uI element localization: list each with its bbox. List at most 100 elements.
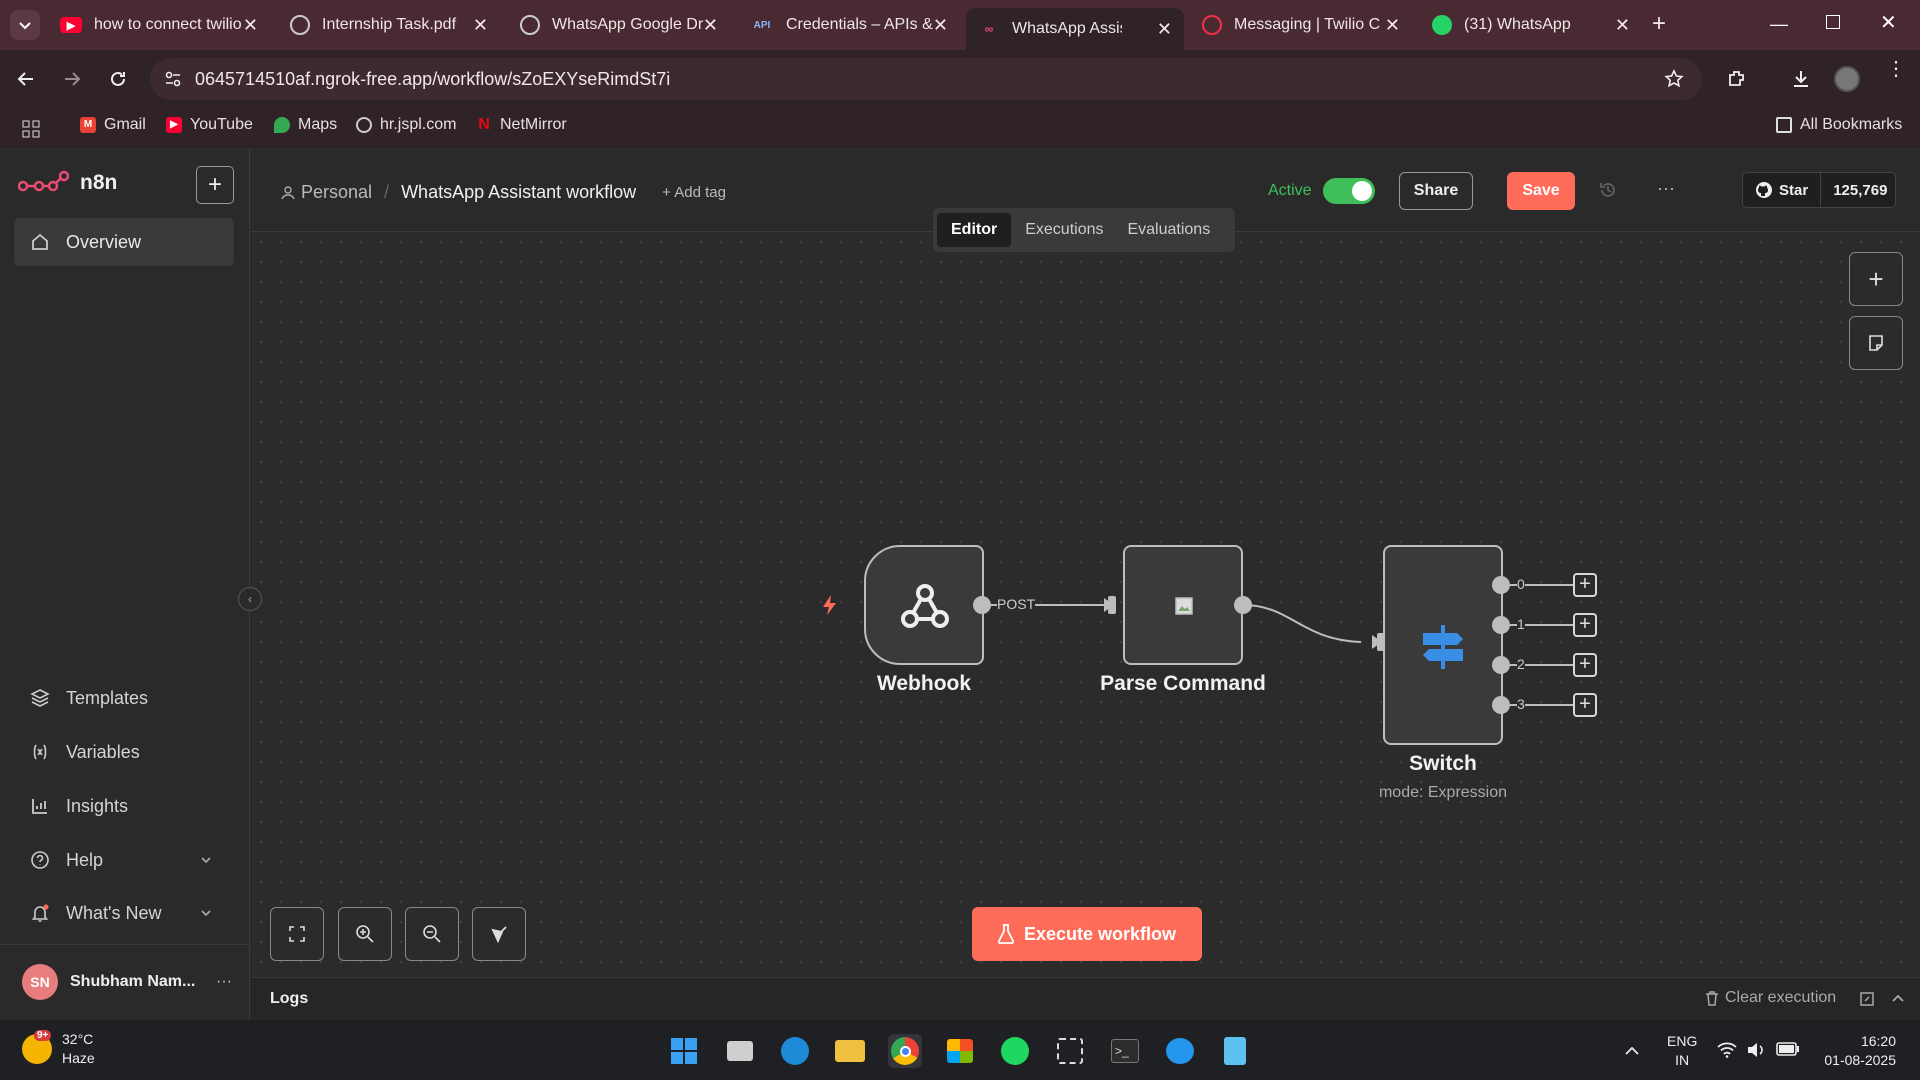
battery-icon[interactable] [1776,1042,1800,1056]
close-window-button[interactable]: ✕ [1880,10,1897,35]
zoom-out-button[interactable] [405,907,459,961]
back-arrow-icon[interactable] [16,69,36,89]
tab-title: Credentials – APIs & [786,16,933,33]
bookmark-hr-jspl[interactable]: hr.jspl.com [356,116,456,134]
taskbar-spotify[interactable] [998,1034,1032,1068]
input-handle[interactable] [1108,596,1116,614]
history-icon[interactable] [1599,181,1617,199]
extensions-icon[interactable] [1726,68,1748,90]
workflow-canvas[interactable]: Editor Executions Evaluations + POST Web… [251,208,1920,977]
fit-view-button[interactable] [270,907,324,961]
bookmark-maps[interactable]: Maps [274,116,337,134]
zoom-in-button[interactable] [338,907,392,961]
close-icon[interactable]: ✕ [703,15,718,36]
bookmark-youtube[interactable]: ▶ YouTube [166,116,253,134]
new-tab-button[interactable]: + [1652,10,1666,38]
save-button[interactable]: Save [1507,172,1575,210]
browser-tab[interactable]: API Credentials – APIs & ✕ [738,8,960,42]
taskbar-file-explorer[interactable] [833,1034,867,1068]
close-icon[interactable]: ✕ [1157,19,1172,40]
create-button[interactable]: + [196,166,234,204]
switch-output-handle[interactable] [1492,656,1510,674]
add-output-node-button[interactable]: + [1573,573,1597,597]
chevron-up-icon[interactable] [1891,992,1905,1006]
sidebar-item-whats-new[interactable]: What's New [14,889,234,937]
taskbar-chrome[interactable] [888,1034,922,1068]
close-icon[interactable]: ✕ [243,15,258,36]
sidebar-item-insights[interactable]: Insights [14,782,234,830]
close-icon[interactable]: ✕ [933,15,948,36]
restore-button[interactable] [1826,15,1840,29]
profile-avatar[interactable] [1834,66,1860,92]
taskbar-edge[interactable] [778,1034,812,1068]
add-output-node-button[interactable]: + [1573,613,1597,637]
user-menu[interactable]: SN Shubham Nam... ··· [22,964,232,1000]
switch-output-handle[interactable] [1492,696,1510,714]
all-bookmarks[interactable]: All Bookmarks [1776,116,1902,134]
active-toggle[interactable] [1323,178,1375,204]
taskbar-terminal[interactable]: >_ [1108,1034,1142,1068]
star-bookmark-icon[interactable] [1664,69,1684,89]
taskbar-notepad[interactable] [1218,1034,1252,1068]
gmail-icon: M [80,117,96,133]
tab-search-button[interactable] [10,10,40,40]
share-button[interactable]: Share [1399,172,1473,210]
output-handle[interactable] [973,596,991,614]
sidebar-item-overview[interactable]: Overview [14,218,234,266]
execute-workflow-button[interactable]: Execute workflow [972,907,1202,961]
taskbar-docker[interactable] [1163,1034,1197,1068]
add-output-node-button[interactable]: + [1573,653,1597,677]
more-menu-icon[interactable]: ··· [1657,178,1675,199]
switch-output-handle[interactable] [1492,576,1510,594]
bookmark-netmirror[interactable]: N NetMirror [476,116,566,134]
forward-arrow-icon[interactable] [62,69,82,89]
browser-tab[interactable]: ▶ how to connect twilio ✕ [48,8,270,42]
download-icon[interactable] [1790,68,1812,90]
browser-tab-active[interactable]: ∞ WhatsApp Assist ✕ [966,8,1184,50]
github-star-button[interactable]: Star 125,769 [1742,172,1896,208]
site-info-icon[interactable] [164,70,182,88]
sidebar-item-variables[interactable]: Variables [14,728,234,776]
browser-tab[interactable]: WhatsApp Google Dr ✕ [508,8,730,42]
switch-output-handle[interactable] [1492,616,1510,634]
chevron-up-icon[interactable] [1624,1044,1640,1058]
browser-tab[interactable]: Internship Task.pdf ✕ [278,8,500,42]
tidy-up-button[interactable] [472,907,526,961]
bookmark-gmail[interactable]: M Gmail [80,116,146,134]
browser-tab[interactable]: (31) WhatsApp ✕ [1420,8,1642,42]
browser-tab[interactable]: Messaging | Twilio C ✕ [1190,8,1412,42]
reload-icon[interactable] [108,69,128,89]
clock[interactable]: 16:20 01-08-2025 [1818,1032,1896,1070]
breadcrumb-project[interactable]: Personal [301,182,372,203]
close-icon[interactable]: ✕ [1385,15,1400,36]
workflow-name[interactable]: WhatsApp Assistant workflow [401,182,636,203]
taskbar-store[interactable] [943,1034,977,1068]
switch-node[interactable] [1383,545,1503,745]
clear-execution-button[interactable]: Clear execution [1705,989,1836,1007]
minimize-button[interactable]: — [1770,14,1788,35]
close-icon[interactable]: ✕ [1615,15,1630,36]
volume-icon[interactable] [1746,1041,1766,1059]
popout-icon[interactable] [1859,991,1875,1007]
browser-menu-icon[interactable]: ⋮ [1886,59,1906,79]
start-button[interactable] [667,1034,701,1068]
parse-command-node[interactable] [1123,545,1243,665]
webhook-node[interactable] [864,545,984,665]
apps-grid-icon[interactable] [22,120,40,138]
close-icon[interactable]: ✕ [473,15,488,36]
add-tag-button[interactable]: + Add tag [662,184,726,201]
collapse-sidebar-button[interactable]: ‹ [238,587,262,611]
output-handle[interactable] [1234,596,1252,614]
weather-widget[interactable]: 9+ 32°C Haze [22,1030,95,1068]
address-bar[interactable]: 0645714510af.ngrok-free.app/workflow/sZo… [150,58,1702,100]
more-options-icon[interactable]: ··· [216,973,232,991]
sidebar-item-templates[interactable]: Templates [14,674,234,722]
taskbar-snipping-tool[interactable] [1053,1034,1087,1068]
logs-panel[interactable]: Logs Clear execution [251,977,1920,1020]
add-output-node-button[interactable]: + [1573,693,1597,717]
n8n-logo[interactable]: n8n [18,170,117,196]
sidebar-item-help[interactable]: Help [14,836,234,884]
task-view-button[interactable] [723,1034,757,1068]
wifi-icon[interactable] [1717,1042,1737,1058]
language-indicator[interactable]: ENG IN [1667,1032,1697,1070]
